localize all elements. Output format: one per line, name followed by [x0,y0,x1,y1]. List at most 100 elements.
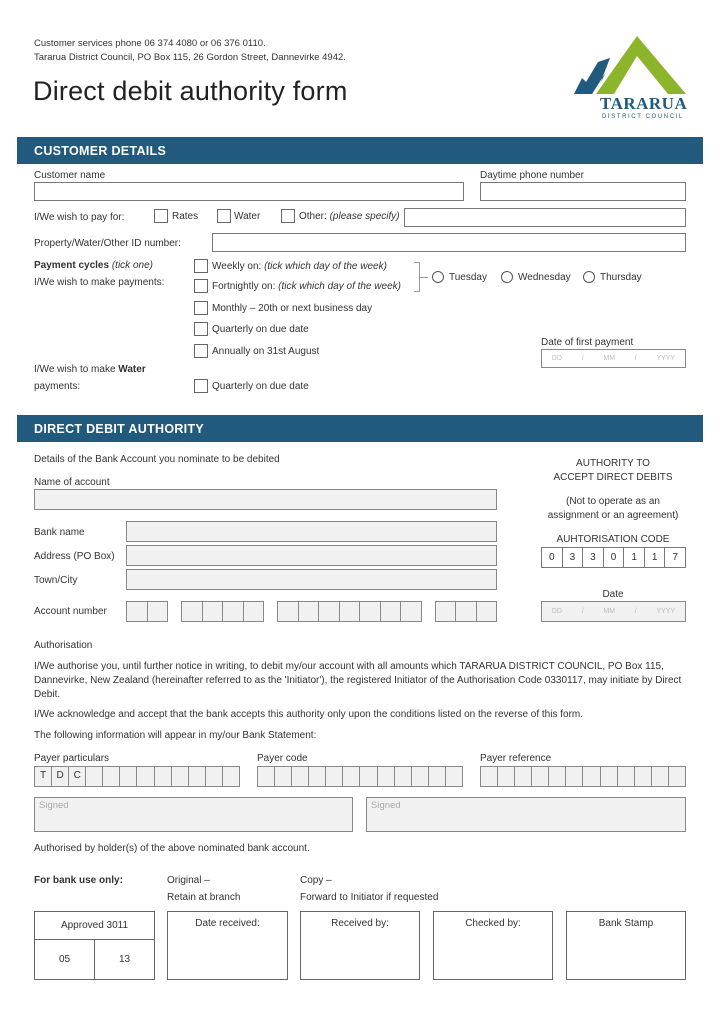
thursday-radio[interactable] [583,271,595,283]
payer-particulars-cell[interactable] [223,767,239,786]
authority-date-label: Date [602,589,624,600]
payer-code-cell[interactable] [275,767,293,786]
payer-code-cell[interactable] [309,767,327,786]
account-number-cell[interactable] [244,602,264,621]
town-input[interactable] [126,569,497,590]
payer-particulars-cell[interactable]: D [52,767,70,786]
water-checkbox[interactable] [217,209,231,223]
payer-code-cell[interactable] [292,767,310,786]
payer-particulars-cell[interactable] [137,767,155,786]
checked-by-box[interactable]: Checked by: [433,911,553,980]
payer-reference-cell[interactable] [532,767,550,786]
payer-reference-cell[interactable] [515,767,533,786]
other-specify-input[interactable] [404,208,686,227]
payer-particulars-cell[interactable]: T [35,767,53,786]
date-received-box[interactable]: Date received: [167,911,288,980]
account-number-bank[interactable] [126,601,168,622]
payer-code-cell[interactable] [360,767,378,786]
daytime-phone-input[interactable] [480,182,686,201]
authorisation-heading: Authorisation [34,640,93,651]
payer-reference-cell[interactable] [583,767,601,786]
account-number-cell[interactable] [340,602,361,621]
account-number-cell[interactable] [278,602,299,621]
account-number-cell[interactable] [456,602,477,621]
account-number-cell[interactable] [203,602,223,621]
account-number-cell[interactable] [477,602,496,621]
water-bold: Water [118,364,146,375]
payer-particulars-cell[interactable] [189,767,206,786]
payer-particulars-cell[interactable] [86,767,104,786]
received-by-box[interactable]: Received by: [300,911,420,980]
account-number-cell[interactable] [401,602,421,621]
account-number-cell[interactable] [381,602,402,621]
account-number-cell[interactable] [223,602,244,621]
wednesday-radio[interactable] [501,271,513,283]
bank-stamp-box[interactable]: Bank Stamp [566,911,686,980]
monthly-checkbox[interactable] [194,301,208,315]
payer-particulars-cell[interactable] [172,767,189,786]
first-payment-date-input[interactable]: DD / MM / YYYY [541,349,686,368]
account-number-cell[interactable] [436,602,457,621]
bank-name-input[interactable] [126,521,497,542]
rates-checkbox[interactable] [154,209,168,223]
payer-code-cell[interactable] [258,767,276,786]
signature-field-2[interactable]: Signed [366,797,686,832]
other-checkbox[interactable] [281,209,295,223]
quarterly-checkbox[interactable] [194,322,208,336]
payer-code-cell[interactable] [326,767,344,786]
payer-code-cell[interactable] [378,767,395,786]
address-input[interactable] [126,545,497,566]
payer-reference-cell[interactable] [566,767,584,786]
annually-checkbox[interactable] [194,344,208,358]
payer-reference-cell[interactable] [635,767,652,786]
wednesday-label: Wednesday [518,272,571,283]
payer-reference-cell[interactable] [652,767,669,786]
account-number-cell[interactable] [127,602,148,621]
payer-particulars-cell[interactable]: C [69,767,87,786]
weekly-checkbox[interactable] [194,259,208,273]
payer-code-cell[interactable] [412,767,429,786]
account-number-branch[interactable] [181,601,264,622]
payer-code-cell[interactable] [343,767,361,786]
payer-reference-cells[interactable] [480,766,686,787]
account-number-suffix[interactable] [435,601,497,622]
auth-code-label: AUHTORISATION CODE [556,534,670,545]
payer-code-cell[interactable] [446,767,462,786]
dd-placeholder: DD [551,355,562,362]
payer-reference-cell[interactable] [481,767,499,786]
payer-reference-cell[interactable] [549,767,567,786]
id-number-input[interactable] [212,233,686,252]
payer-code-cells[interactable] [257,766,463,787]
payer-code-cell[interactable] [429,767,446,786]
payer-particulars-cell[interactable] [206,767,223,786]
account-number-account[interactable] [277,601,422,622]
account-number-cell[interactable] [319,602,340,621]
payer-reference-cell[interactable] [669,767,685,786]
fortnightly-checkbox[interactable] [194,279,208,293]
tuesday-radio[interactable] [432,271,444,283]
auth-code-digit: 7 [672,552,679,563]
yyyy-placeholder: YYYY [656,355,676,362]
customer-name-input[interactable] [34,182,464,201]
payer-particulars-cells[interactable]: TDC [34,766,240,787]
payer-reference-cell[interactable] [601,767,618,786]
payer-code-cell[interactable] [395,767,412,786]
statement-text: The following information will appear in… [34,730,317,741]
yyyy-placeholder: YYYY [656,608,676,615]
water-quarterly-checkbox[interactable] [194,379,208,393]
original-line1: Original – [167,875,210,886]
authority-date-input[interactable]: DD / MM / YYYY [541,601,686,622]
account-name-input[interactable] [34,489,497,510]
account-number-cell[interactable] [148,602,168,621]
account-number-cell[interactable] [360,602,381,621]
payer-particulars-cell[interactable] [155,767,172,786]
account-number-cell[interactable] [299,602,320,621]
payer-reference-cell[interactable] [618,767,635,786]
payer-reference-cell[interactable] [498,767,516,786]
payer-particulars-cell[interactable] [103,767,121,786]
payer-particulars-cell[interactable] [120,767,138,786]
weekly-hint: (tick which day of the week) [264,261,387,272]
signature-field-1[interactable]: Signed [34,797,353,832]
not-operate-line2: assignment or an agreement) [547,510,679,521]
account-number-cell[interactable] [182,602,203,621]
